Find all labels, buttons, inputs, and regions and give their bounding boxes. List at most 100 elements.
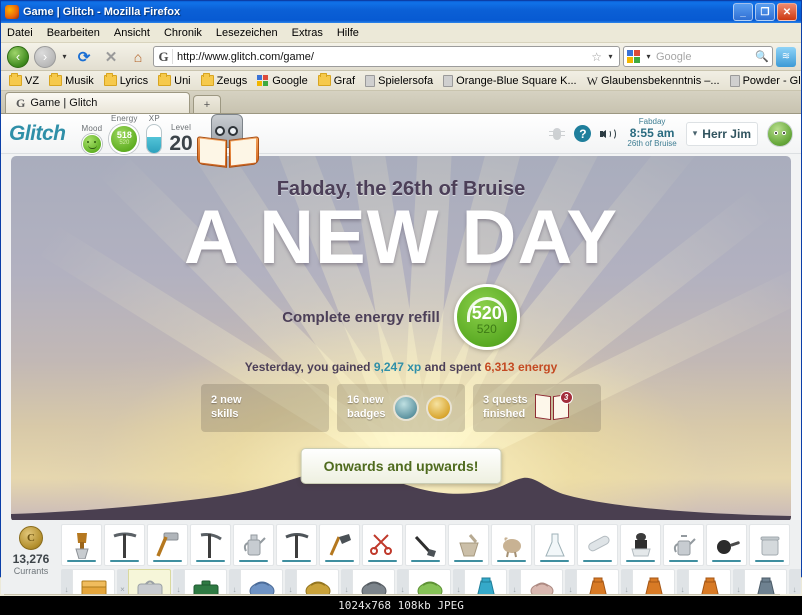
navigation-toolbar: ‹ › ▾ ⟳ ✕ ⌂ G http://www.glitch.com/game… xyxy=(1,43,801,71)
tool-slot-pickaxe-2[interactable] xyxy=(276,524,317,566)
menu-item-chronik[interactable]: Chronik xyxy=(164,27,202,39)
bags-row: ↓ 12/16 × 16/16 xyxy=(61,569,801,594)
new-tab-button[interactable]: + xyxy=(193,95,221,113)
stop-button[interactable]: ✕ xyxy=(99,45,123,69)
bag-slot-3[interactable]: 16/16 xyxy=(184,569,227,594)
bag-expand-handle[interactable]: ↓ xyxy=(61,569,72,594)
bag-slot-14[interactable]: 3/4 xyxy=(800,569,801,594)
bag-expand-handle[interactable]: × xyxy=(117,569,128,594)
address-bar[interactable]: G http://www.glitch.com/game/ ☆ ▾ xyxy=(153,46,620,67)
tool-slot-watering-can[interactable] xyxy=(233,524,274,566)
tool-slot-pick[interactable] xyxy=(190,524,231,566)
menu-item-datei[interactable]: Datei xyxy=(7,27,33,39)
menu-item-hilfe[interactable]: Hilfe xyxy=(337,27,359,39)
menu-item-extras[interactable]: Extras xyxy=(292,27,323,39)
stat-level[interactable]: Level 20 xyxy=(169,123,192,154)
tool-slot-grinder[interactable] xyxy=(620,524,661,566)
home-button[interactable]: ⌂ xyxy=(126,45,150,69)
bookmark-graf[interactable]: Graf xyxy=(314,73,359,88)
bookmark-orange-blue-square[interactable]: Orange-Blue Square K... xyxy=(439,74,580,88)
tool-slot-pan[interactable] xyxy=(706,524,747,566)
bag-slot-6[interactable]: 15/16 xyxy=(352,569,395,594)
bag-expand-handle[interactable]: ↓ xyxy=(789,569,800,594)
bag-expand-handle[interactable]: ↓ xyxy=(285,569,296,594)
bookmark-dropdown-icon[interactable]: ▾ xyxy=(606,52,615,61)
help-icon[interactable]: ? xyxy=(574,125,592,142)
stat-mood[interactable]: Mood xyxy=(82,124,103,154)
skills-card[interactable]: 2 new skills xyxy=(201,384,329,432)
bag-slot-2[interactable]: 16/16 xyxy=(128,569,171,594)
bag-expand-handle[interactable]: ↓ xyxy=(341,569,352,594)
close-button[interactable]: ✕ xyxy=(777,3,797,21)
glitch-logo[interactable]: Glitch xyxy=(9,122,66,146)
bookmark-musik[interactable]: Musik xyxy=(45,73,98,88)
tool-slot-pickaxe[interactable] xyxy=(104,524,145,566)
tool-slot-trowel[interactable] xyxy=(61,524,102,566)
tool-slot-poultry[interactable] xyxy=(491,524,532,566)
bag-expand-handle[interactable]: ↓ xyxy=(173,569,184,594)
bookmark-powder-glitch[interactable]: Powder - Glitch Strate... xyxy=(726,74,801,88)
bag-slot-1[interactable]: 12/16 xyxy=(72,569,115,594)
bag-expand-handle[interactable]: ↓ xyxy=(509,569,520,594)
stat-energy[interactable]: Energy 518 520 xyxy=(109,114,140,154)
search-input[interactable]: Google xyxy=(656,51,752,63)
user-menu[interactable]: ▾ Herr Jim xyxy=(685,121,758,146)
search-engine-dropdown-icon[interactable]: ▾ xyxy=(644,52,653,61)
bookmark-uni[interactable]: Uni xyxy=(154,73,195,88)
onwards-button[interactable]: Onwards and upwards! xyxy=(300,448,502,484)
back-button[interactable]: ‹ xyxy=(6,45,30,69)
bag-expand-handle[interactable]: ↓ xyxy=(733,569,744,594)
forward-button[interactable]: › xyxy=(33,45,57,69)
tool-slot-spade[interactable] xyxy=(405,524,446,566)
menu-item-ansicht[interactable]: Ansicht xyxy=(114,27,150,39)
tool-slot-mortar[interactable] xyxy=(448,524,489,566)
bookmark-lyrics[interactable]: Lyrics xyxy=(100,73,152,88)
bag-expand-handle[interactable]: ↓ xyxy=(397,569,408,594)
feed-button[interactable]: ≋ xyxy=(776,46,796,67)
tab-game-glitch[interactable]: G Game | Glitch xyxy=(5,92,190,113)
reload-button[interactable]: ⟳ xyxy=(72,45,96,69)
bag-slot-4[interactable]: 14/16 xyxy=(240,569,283,594)
tool-slot-hammer[interactable] xyxy=(147,524,188,566)
history-dropdown-icon[interactable]: ▾ xyxy=(60,52,69,61)
bookmark-star-icon[interactable]: ☆ xyxy=(591,50,602,64)
menu-item-bearbeiten[interactable]: Bearbeiten xyxy=(47,27,100,39)
search-bar[interactable]: ▾ Google 🔍 xyxy=(623,46,773,67)
restore-button[interactable]: ❐ xyxy=(755,3,775,21)
bag-slot-8[interactable]: 6/18 xyxy=(464,569,507,594)
tool-slot-scissors[interactable] xyxy=(362,524,403,566)
bag-expand-handle[interactable]: ↓ xyxy=(621,569,632,594)
bag-slot-5[interactable]: 12/16 xyxy=(296,569,339,594)
bag-expand-handle[interactable]: ↓ xyxy=(229,569,240,594)
bag-expand-handle[interactable]: ↓ xyxy=(453,569,464,594)
tool-slot-shovel[interactable] xyxy=(319,524,360,566)
bag-expand-handle[interactable]: ↓ xyxy=(677,569,688,594)
bug-icon[interactable] xyxy=(549,126,566,142)
search-icon[interactable]: 🔍 xyxy=(755,50,769,63)
bookmark-spielersofa[interactable]: Spielersofa xyxy=(361,74,437,88)
bag-slot-12[interactable]: 6/10 xyxy=(688,569,731,594)
bag-cell: ↓ 15/16 xyxy=(341,569,395,594)
tool-slot-kettle[interactable] xyxy=(663,524,704,566)
bookmark-zeugs[interactable]: Zeugs xyxy=(197,73,252,88)
bag-expand-handle[interactable]: ↓ xyxy=(565,569,576,594)
bag-slot-9[interactable]: 6/16 xyxy=(520,569,563,594)
bag-slot-7[interactable]: 16/16 xyxy=(408,569,451,594)
bag-slot-13[interactable]: 3/10 xyxy=(744,569,787,594)
stat-xp[interactable]: XP xyxy=(146,114,163,154)
sound-icon[interactable] xyxy=(600,126,618,142)
bookmark-google[interactable]: Google xyxy=(253,74,311,88)
bag-slot-11[interactable]: 6/10 xyxy=(632,569,675,594)
tool-slot-flask[interactable] xyxy=(534,524,575,566)
currants-display[interactable]: C 13,276 Currants xyxy=(1,524,61,576)
bag-slot-10[interactable]: 6/10 xyxy=(576,569,619,594)
tool-slot-pot[interactable] xyxy=(749,524,790,566)
bookmark-glaubensbekenntnis[interactable]: W Glaubensbekenntnis –... xyxy=(583,74,724,88)
quests-card[interactable]: 3 quests finished 3 xyxy=(473,384,601,432)
bookmark-vz[interactable]: VZ xyxy=(5,73,43,88)
avatar[interactable] xyxy=(767,120,793,147)
minimize-button[interactable]: _ xyxy=(733,3,753,21)
menu-item-lesezeichen[interactable]: Lesezeichen xyxy=(216,27,278,39)
tool-slot-rolling-pin[interactable] xyxy=(577,524,618,566)
badges-card[interactable]: 16 new badges xyxy=(337,384,465,432)
